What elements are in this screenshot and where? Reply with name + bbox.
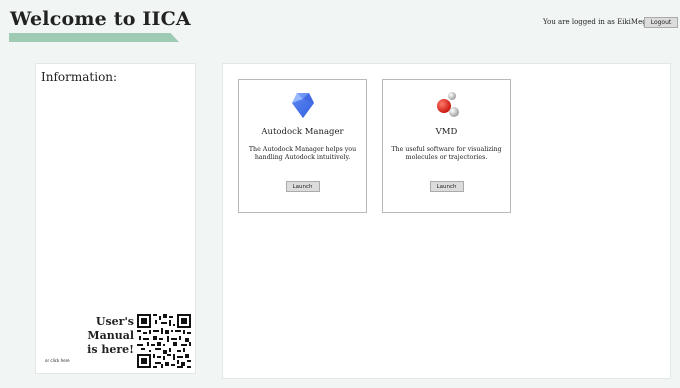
app-card-autodock: Autodock Manager The Autodock Manager he… xyxy=(238,79,367,213)
app-title-autodock: Autodock Manager xyxy=(261,127,344,137)
app-description-autodock: The Autodock Manager helps you handling … xyxy=(248,146,357,161)
autodock-gem-icon xyxy=(291,93,314,118)
header-accent-bar xyxy=(9,33,179,42)
page-title: Welcome to IICA xyxy=(10,8,191,30)
qr-code-icon[interactable] xyxy=(137,314,191,368)
login-status: You are logged in as EikiMeg xyxy=(543,18,647,26)
launch-autodock-button[interactable]: Launch xyxy=(285,181,320,192)
app-title-vmd: VMD xyxy=(435,127,458,137)
molecule-icon xyxy=(436,92,459,117)
information-title: Information: xyxy=(41,70,118,84)
logout-button[interactable]: Logout xyxy=(644,17,678,28)
app-card-vmd: VMD The useful software for visualizing … xyxy=(382,79,511,213)
click-here-link[interactable]: or click here xyxy=(45,358,70,363)
information-panel: Information: User's Manual is here! or c… xyxy=(35,63,196,374)
manual-line1: User's Manual xyxy=(87,315,134,342)
launch-vmd-button[interactable]: Launch xyxy=(429,181,464,192)
applications-panel: Autodock Manager The Autodock Manager he… xyxy=(222,63,671,379)
users-manual-link[interactable]: User's Manual is here! xyxy=(46,315,134,357)
manual-line2: is here! xyxy=(87,343,134,356)
app-description-vmd: The useful software for visualizing mole… xyxy=(391,146,502,161)
